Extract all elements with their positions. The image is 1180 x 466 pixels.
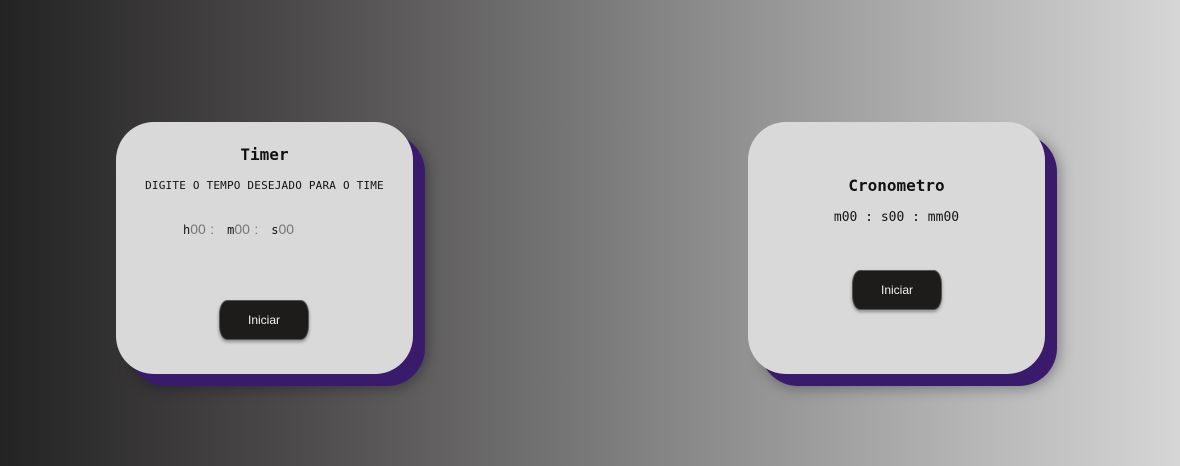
hours-prefix: h — [183, 223, 191, 237]
minutes-separator: : — [254, 221, 259, 237]
minutes-prefix: m — [227, 223, 235, 237]
seconds-input[interactable] — [278, 221, 297, 237]
timer-instructions: DIGITE O TEMPO DESEJADO PARA O TIME — [145, 179, 384, 192]
hours-group: h : — [183, 221, 214, 237]
stopwatch-card: Cronometro m00 : s00 : mm00 Iniciar — [748, 122, 1045, 374]
stopwatch-title: Cronometro — [848, 176, 945, 195]
timer-start-button[interactable]: Iniciar — [219, 300, 309, 340]
seconds-group: s — [271, 221, 297, 237]
stopwatch-start-button[interactable]: Iniciar — [852, 270, 942, 310]
timer-title: Timer — [240, 145, 289, 164]
timer-card: Timer DIGITE O TEMPO DESEJADO PARA O TIM… — [116, 122, 413, 374]
minutes-group: m : — [227, 221, 258, 237]
minutes-input[interactable] — [234, 221, 253, 237]
stopwatch-display: m00 : s00 : mm00 — [833, 210, 960, 225]
timer-inputs: h : m : s — [183, 221, 309, 237]
hours-separator: : — [210, 221, 215, 237]
seconds-prefix: s — [271, 223, 279, 237]
hours-input[interactable] — [190, 221, 209, 237]
